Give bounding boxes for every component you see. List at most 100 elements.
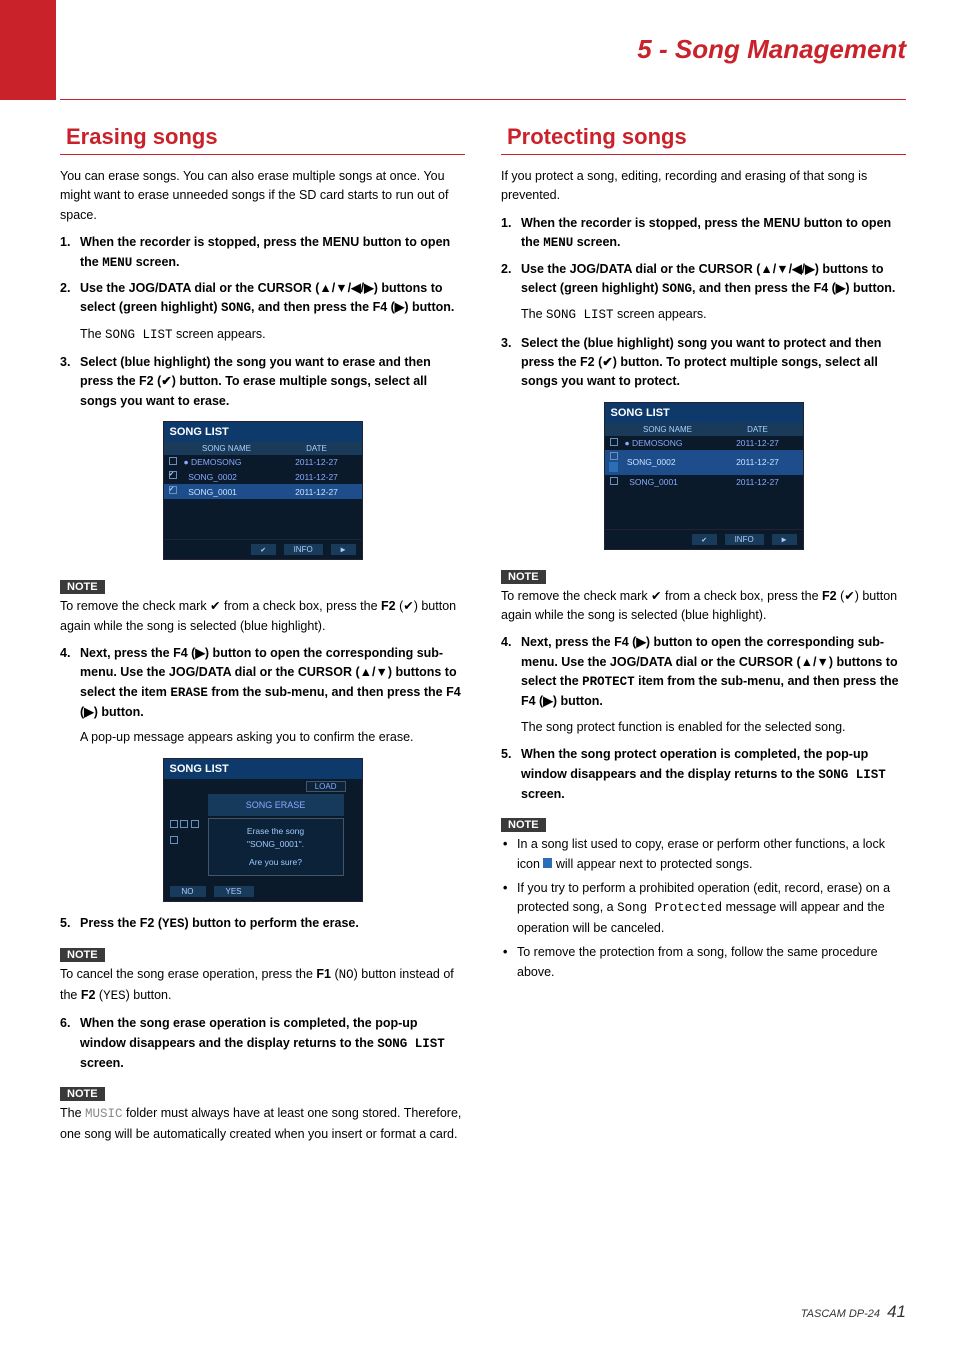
note-text: The MUSIC folder must always have at lea… [60, 1104, 465, 1144]
cell: 2011-12-27 [272, 472, 362, 482]
song-label: SONG [221, 301, 251, 315]
right-column: Protecting songs If you protect a song, … [501, 124, 906, 1152]
foot-yes: YES [214, 886, 254, 897]
txt: To remove the check mark ✔ from a check … [501, 589, 822, 603]
note-label: NOTE [60, 1087, 105, 1101]
step-4-sub: The song protect function is enabled for… [521, 718, 906, 737]
col-songname: SONG NAME [182, 444, 272, 453]
foot-info: INFO [284, 544, 323, 555]
col-date: DATE [713, 425, 803, 434]
step-number: 4. [501, 633, 521, 712]
screenshot-songlist-protect: SONG LIST SONG NAME DATE ● DEMOSONG 2011… [604, 402, 804, 550]
intro-paragraph: If you protect a song, editing, recordin… [501, 167, 906, 206]
cell: DEMOSONG [632, 438, 683, 448]
foot-tick: ✔ [692, 534, 717, 545]
note-label: NOTE [501, 570, 546, 584]
menu-label: MENU [543, 236, 573, 250]
txt: The [80, 327, 105, 341]
txt: screen appears. [614, 307, 707, 321]
songlist-label: SONG LIST [546, 308, 614, 322]
step-number: 2. [60, 279, 80, 319]
step-3: 3. Select the (blue highlight) song you … [501, 334, 906, 392]
popup-line: Erase the song [211, 825, 341, 838]
songlist-label: SONG LIST [818, 768, 886, 782]
step-number: 3. [60, 353, 80, 411]
f2: F2 [822, 589, 837, 603]
txt: ) button to perform the erase. [185, 916, 359, 930]
table-row: SONG_0001 2011-12-27 [164, 484, 362, 499]
note-label: NOTE [60, 948, 105, 962]
txt: screen. [573, 235, 620, 249]
foot-info: INFO [725, 534, 764, 545]
step-text: Select the (blue highlight) song you wan… [521, 334, 906, 392]
table-row: SONG_0001 2011-12-27 [605, 475, 803, 489]
cell: SONG_0002 [188, 472, 237, 482]
screenshot-erase-confirm: SONG LIST LOAD SONG ERASE Erase [163, 758, 363, 902]
txt: screen. [521, 787, 565, 801]
popup-line: Are you sure? [211, 856, 341, 869]
txt: The [60, 1106, 85, 1120]
cell: 2011-12-27 [272, 457, 362, 467]
step-1: 1. When the recorder is stopped, press t… [501, 214, 906, 254]
step-5: 5. Press the F2 (YES) button to perform … [60, 914, 465, 934]
step-4-sub: A pop-up message appears asking you to c… [80, 728, 465, 747]
bullet-dot: • [503, 835, 517, 874]
music-folder: MUSIC [85, 1107, 123, 1121]
step-6: 6. When the song erase operation is comp… [60, 1014, 465, 1073]
bullet-item: • To remove the protection from a song, … [501, 943, 906, 982]
step-1: 1. When the recorder is stopped, press t… [60, 233, 465, 273]
shot-title: SONG LIST [164, 422, 362, 442]
step-number: 6. [60, 1014, 80, 1073]
cell: SONG_0001 [629, 477, 678, 487]
note-label: NOTE [501, 818, 546, 832]
txt: When the song protect operation is compl… [521, 747, 868, 780]
foot-tick: ✔ [251, 544, 276, 555]
section-heading-erasing: Erasing songs [60, 124, 465, 155]
foot-arrow: ▶ [772, 534, 797, 545]
txt: will appear next to protected songs. [552, 857, 752, 871]
table-row: ● DEMOSONG 2011-12-27 [164, 455, 362, 469]
cell: SONG_0002 [627, 457, 676, 467]
step-number: 4. [60, 644, 80, 723]
step-number: 1. [501, 214, 521, 254]
txt: When the song erase operation is complet… [80, 1016, 418, 1049]
step-4: 4. Next, press the F4 (▶) button to open… [60, 644, 465, 723]
left-column: Erasing songs You can erase songs. You c… [60, 124, 465, 1152]
step-number: 2. [501, 260, 521, 300]
foot-arrow: ▶ [331, 544, 356, 555]
txt: ) button. [126, 988, 172, 1002]
txt: Press the F2 ( [80, 916, 162, 930]
note-text: To remove the check mark ✔ from a check … [60, 597, 465, 636]
note-text: To cancel the song erase operation, pres… [60, 965, 465, 1006]
cell: 2011-12-27 [713, 457, 803, 467]
txt: , and then press the F4 (▶) button. [692, 281, 895, 295]
step-2-sub: The SONG LIST screen appears. [80, 325, 465, 345]
popup-title: SONG ERASE [208, 794, 344, 816]
page: 5 - Song Management Erasing songs You ca… [0, 0, 954, 1350]
step-3: 3. Select (blue highlight) the song you … [60, 353, 465, 411]
txt: screen appears. [173, 327, 266, 341]
txt: To cancel the song erase operation, pres… [60, 967, 316, 981]
section-heading-protecting: Protecting songs [501, 124, 906, 155]
yes-label: YES [103, 989, 126, 1003]
yes-label: YES [162, 917, 185, 931]
table-row: SONG_0002 2011-12-27 [164, 469, 362, 484]
load-tab: LOAD [306, 781, 346, 792]
page-header: 5 - Song Management [60, 0, 906, 100]
shot-title: SONG LIST [605, 403, 803, 423]
cell: DEMOSONG [191, 457, 242, 467]
step-text-tail: screen. [132, 255, 179, 269]
popup-line: "SONG_0001". [211, 838, 341, 851]
bullet-dot: • [503, 943, 517, 982]
intro-paragraph: You can erase songs. You can also erase … [60, 167, 465, 225]
col-date: DATE [272, 444, 362, 453]
no-label: NO [339, 968, 354, 982]
protect-label: PROTECT [582, 675, 635, 689]
step-5: 5. When the song protect operation is co… [501, 745, 906, 804]
header-accent-bar [0, 0, 56, 100]
cell: 2011-12-27 [272, 487, 362, 497]
step-4: 4. Next, press the F4 (▶) button to open… [501, 633, 906, 712]
lock-icon [543, 858, 552, 868]
f1: F1 [316, 967, 331, 981]
lock-icon [609, 462, 618, 472]
